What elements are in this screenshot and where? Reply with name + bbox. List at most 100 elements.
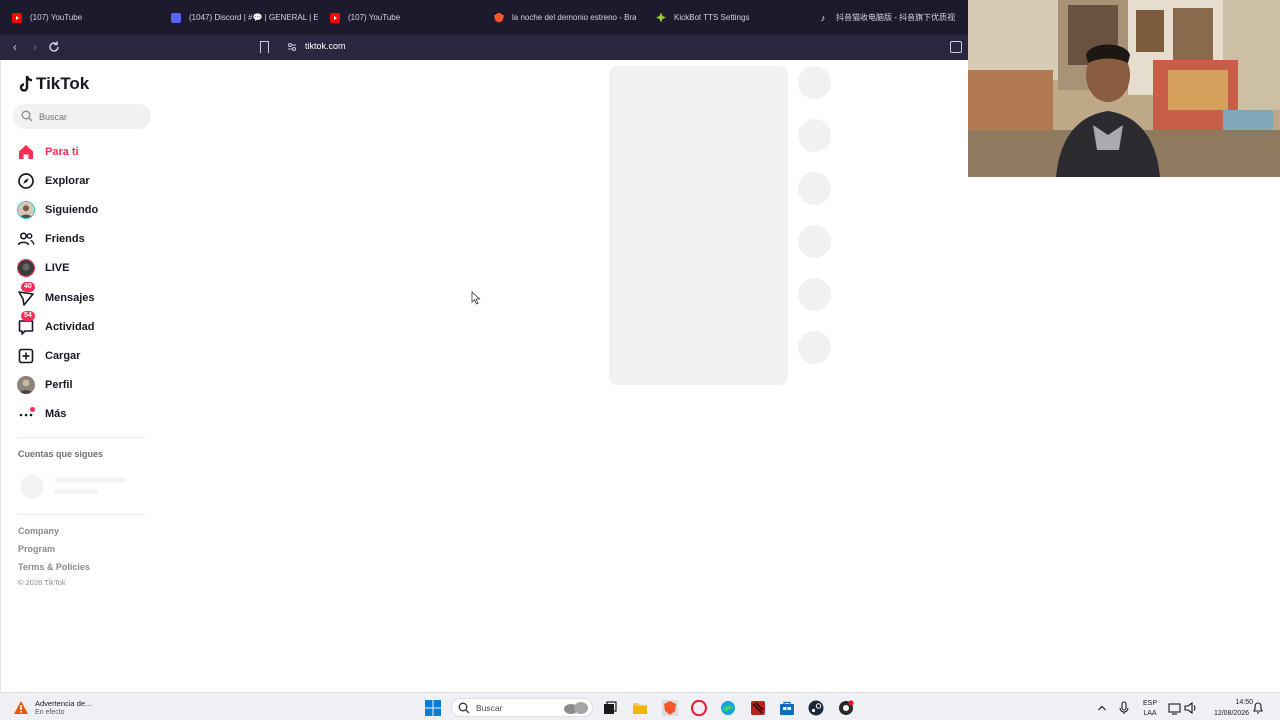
sidebar-item-mas[interactable]: Más	[1, 400, 161, 429]
sidebar-item-label: Perfil	[45, 379, 73, 392]
following-skeleton-avatar	[20, 475, 44, 499]
tab-title: (1047) Discord | #💬 | GENERAL | EISU	[189, 13, 318, 22]
browser-tab[interactable]: KickBot TTS Settings	[636, 0, 795, 35]
url-field[interactable]: tiktok.com	[305, 41, 346, 51]
bookmark-icon[interactable]	[260, 41, 269, 54]
chevron-up-icon[interactable]	[1097, 700, 1107, 716]
following-skeleton-line	[54, 477, 126, 483]
tab-title: la noche del demonio estreno - Bra	[512, 13, 636, 22]
footer-program-link[interactable]: Program	[18, 544, 55, 554]
edge-icon[interactable]	[720, 700, 736, 716]
sidebar-item-siguiendo[interactable]: Siguiendo	[1, 195, 161, 224]
following-skeleton-line	[54, 489, 98, 494]
sidebar-item-label: Siguiendo	[45, 203, 99, 216]
tiktok-icon: ♪	[820, 12, 826, 23]
sidebar-item-label: Explorar	[45, 174, 90, 187]
browser-tab[interactable]: (107) YouTube	[318, 0, 477, 35]
browser-tab[interactable]: (1047) Discord | #💬 | GENERAL | EISU	[159, 0, 318, 35]
tab-title: (107) YouTube	[348, 13, 401, 22]
upload-icon	[18, 348, 34, 364]
sidebar-item-label: Más	[45, 408, 67, 421]
network-icon[interactable]	[1167, 700, 1183, 716]
discord-icon	[171, 12, 181, 23]
tab-title: (107) YouTube	[30, 13, 83, 22]
action-skeleton	[798, 66, 831, 99]
clock-time[interactable]: 14:50	[1203, 699, 1253, 706]
activity-badge: 54	[21, 311, 35, 322]
sidebar-item-actividad[interactable]: 54 Actividad	[1, 311, 161, 341]
browser-tab[interactable]: (107) YouTube	[0, 0, 159, 35]
action-skeleton	[798, 172, 831, 205]
browser-tab[interactable]: la noche del demonio estreno - Bra	[477, 0, 636, 35]
keyboard-layout[interactable]: LAA	[1140, 710, 1160, 717]
volume-icon[interactable]	[1183, 700, 1199, 716]
sidebar-item-live[interactable]: LIVE	[1, 254, 161, 283]
taskbar-search[interactable]: Buscar	[451, 698, 593, 717]
sidebar-divider	[18, 514, 146, 515]
action-skeleton	[798, 225, 831, 258]
youtube-icon	[330, 12, 340, 23]
webcam-overlay	[968, 0, 1280, 177]
copyright: © 2026 TikTok	[18, 578, 66, 587]
sidebar-item-para-ti[interactable]: Para ti	[1, 137, 161, 166]
action-skeleton	[798, 278, 831, 311]
warning-icon[interactable]	[13, 700, 29, 715]
sidebar-nav: Para ti Explorar Siguiendo Friends LIVE …	[1, 137, 161, 429]
microsoft-store-icon[interactable]	[779, 700, 795, 716]
obs-icon[interactable]	[838, 700, 854, 716]
following-title: Cuentas que sigues	[18, 449, 104, 459]
task-view-icon[interactable]	[602, 700, 618, 716]
back-icon[interactable]: ‹	[8, 40, 22, 54]
youtube-icon	[12, 12, 22, 23]
windows-start-icon[interactable]	[425, 700, 441, 716]
forward-icon[interactable]: ›	[28, 40, 42, 54]
steam-icon[interactable]	[808, 700, 824, 716]
sidebar-item-explorar[interactable]: Explorar	[1, 166, 161, 195]
site-settings-icon[interactable]	[287, 42, 297, 52]
search-icon	[21, 110, 33, 122]
logo-text: TikTok	[36, 74, 90, 93]
sidebar-item-friends[interactable]: Friends	[1, 225, 161, 254]
sidebar-divider	[18, 437, 146, 438]
notification-bell-icon[interactable]	[1252, 700, 1264, 716]
kickbot-icon	[656, 12, 666, 23]
tab-title: KickBot TTS Settings	[674, 13, 750, 22]
clock-date[interactable]: 12/08/2026	[1203, 710, 1249, 717]
tab-title: 抖音猫收电脑版 - 抖音旗下优质视	[836, 13, 956, 22]
following-avatar	[17, 200, 35, 219]
profile-avatar	[17, 376, 35, 395]
sidebar-item-mensajes[interactable]: 40 Mensajes	[1, 281, 161, 312]
live-avatar	[17, 259, 35, 278]
mouse-cursor-icon	[471, 291, 481, 305]
footer-terms-link[interactable]: Terms & Policies	[18, 562, 90, 572]
sidebar-item-label: Friends	[45, 233, 85, 246]
notification-title[interactable]: Advertencia de...	[35, 699, 91, 708]
browser-tab[interactable]: ♪ 抖音猫收电脑版 - 抖音旗下优质视	[795, 0, 968, 35]
tiktok-logo[interactable]: TikTok	[18, 74, 89, 94]
search-input[interactable]	[39, 108, 144, 125]
search-highlight-icon	[564, 702, 588, 714]
dota-icon[interactable]	[750, 700, 766, 716]
search-icon	[458, 702, 470, 714]
opera-icon[interactable]	[691, 700, 707, 716]
language-indicator[interactable]: ESP	[1140, 700, 1160, 707]
sidebar-item-cargar[interactable]: Cargar	[1, 341, 161, 370]
sidebar-item-label: Mensajes	[45, 291, 95, 304]
notification-subtitle: En efecto	[35, 709, 65, 716]
action-skeleton	[798, 331, 831, 364]
sidebar-item-label: Para ti	[45, 145, 79, 158]
search-box[interactable]	[13, 104, 151, 129]
compass-icon	[18, 172, 34, 189]
reload-icon[interactable]	[47, 40, 61, 54]
microphone-icon[interactable]	[1118, 700, 1130, 716]
file-explorer-icon[interactable]	[632, 700, 648, 716]
sidebar-item-label: Cargar	[45, 349, 81, 362]
sidebar-item-perfil[interactable]: Perfil	[1, 371, 161, 400]
translate-icon[interactable]	[950, 41, 962, 53]
footer-company-link[interactable]: Company	[18, 526, 59, 536]
home-icon	[19, 144, 33, 159]
tiktok-logo-icon	[19, 75, 33, 92]
more-notification-dot	[30, 406, 35, 412]
sidebar-item-label: LIVE	[45, 262, 70, 275]
brave-browser-icon[interactable]	[662, 700, 678, 716]
